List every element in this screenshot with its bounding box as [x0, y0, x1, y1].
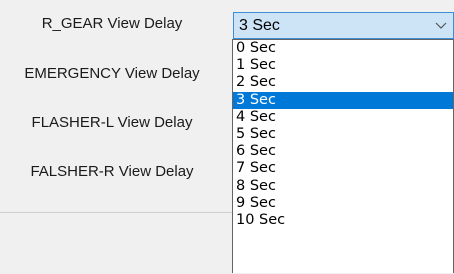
- label-falsher-r-view-delay: FALSHER-R View Delay: [30, 163, 194, 180]
- dropdown-option[interactable]: 8 Sec: [233, 178, 453, 195]
- dropdown-option[interactable]: 7 Sec: [233, 160, 453, 177]
- label-flasher-l-view-delay: FLASHER-L View Delay: [31, 114, 193, 131]
- dropdown-option[interactable]: 5 Sec: [233, 126, 453, 143]
- dropdown-list: 0 Sec 1 Sec 2 Sec 3 Sec 4 Sec 5 Sec 6 Sec 7 Sec…: [232, 39, 454, 273]
- dropdown-option[interactable]: 0 Sec: [233, 40, 453, 57]
- dropdown-option[interactable]: 10 Sec: [233, 212, 453, 229]
- label-r-gear-view-delay: R_GEAR View Delay: [41, 15, 183, 32]
- combobox-value: 3 Sec: [239, 17, 280, 34]
- dropdown-option[interactable]: 2 Sec: [233, 74, 453, 91]
- chevron-down-icon[interactable]: [435, 19, 447, 31]
- dropdown-option[interactable]: 6 Sec: [233, 143, 453, 160]
- dropdown-option[interactable]: 3 Sec: [233, 91, 453, 109]
- label-emergency-view-delay: EMERGENCY View Delay: [24, 65, 200, 82]
- r-gear-delay-combobox[interactable]: 3 Sec: [233, 12, 454, 39]
- dropdown-option[interactable]: 4 Sec: [233, 109, 453, 126]
- dropdown-option[interactable]: 1 Sec: [233, 57, 453, 74]
- dropdown-option[interactable]: 9 Sec: [233, 195, 453, 212]
